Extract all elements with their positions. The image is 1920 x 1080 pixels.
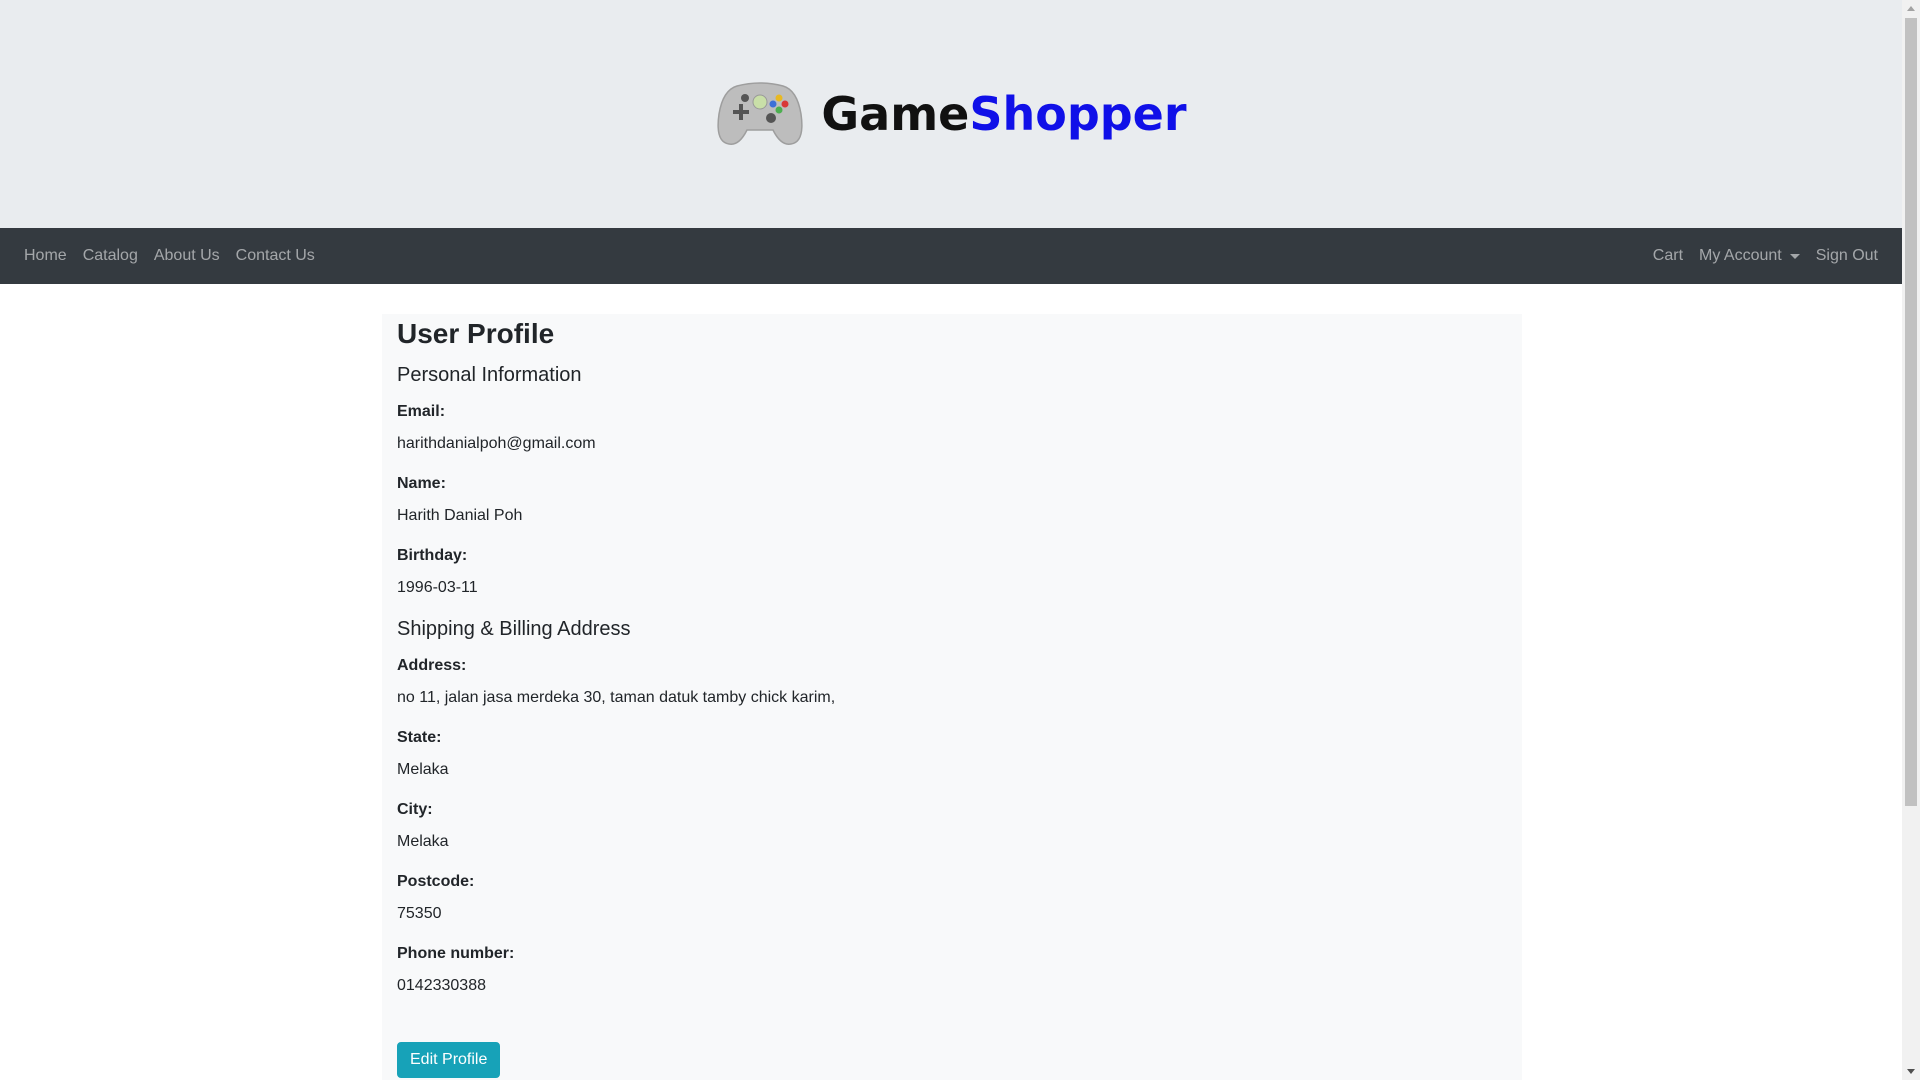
page: GameShopper Home Catalog About Us Contac… xyxy=(0,0,1902,1080)
state-label: State: xyxy=(397,729,442,746)
address-heading: Shipping & Billing Address xyxy=(397,618,631,640)
nav-my-account-label: My Account xyxy=(1699,247,1782,264)
nav-cart[interactable]: Cart xyxy=(1653,247,1683,265)
city-label: City: xyxy=(397,801,433,818)
state-value: Melaka xyxy=(397,761,449,778)
birthday-label: Birthday: xyxy=(397,547,468,564)
site-header: GameShopper xyxy=(0,0,1902,228)
navbar-right: Cart My Account Sign Out xyxy=(1653,247,1878,265)
nav-home[interactable]: Home xyxy=(24,247,67,265)
phone-value: 0142330388 xyxy=(397,977,486,994)
nav-my-account-dropdown[interactable]: My Account xyxy=(1699,247,1800,265)
site-logo[interactable]: GameShopper xyxy=(715,80,1187,148)
address-value: no 11, jalan jasa merdeka 30, taman datu… xyxy=(397,689,836,706)
main-navbar: Home Catalog About Us Contact Us Cart My… xyxy=(0,228,1902,284)
nav-sign-out[interactable]: Sign Out xyxy=(1816,247,1878,265)
name-label: Name: xyxy=(397,475,446,492)
user-profile-card: User Profile Personal Information Email:… xyxy=(382,314,1522,1080)
nav-contact-us[interactable]: Contact Us xyxy=(236,247,315,265)
phone-label: Phone number: xyxy=(397,945,515,962)
name-value: Harith Danial Poh xyxy=(397,507,523,524)
vertical-scrollbar[interactable] xyxy=(1902,0,1920,1080)
email-label: Email: xyxy=(397,403,446,420)
gamepad-icon xyxy=(715,80,805,148)
brand-name-part2: Shopper xyxy=(969,87,1187,141)
postcode-label: Postcode: xyxy=(397,873,475,890)
address-label: Address: xyxy=(397,657,467,674)
birthday-value: 1996-03-11 xyxy=(397,579,478,596)
scrollbar-thumb[interactable] xyxy=(1905,18,1917,806)
edit-profile-button[interactable]: Edit Profile xyxy=(397,1042,501,1078)
nav-about-us[interactable]: About Us xyxy=(154,247,220,265)
brand-name-part1: Game xyxy=(821,87,970,141)
personal-info-heading: Personal Information xyxy=(397,364,582,386)
caret-down-icon xyxy=(1789,253,1800,259)
postcode-value: 75350 xyxy=(397,905,442,922)
brand-name: GameShopper xyxy=(821,87,1186,141)
city-value: Melaka xyxy=(397,833,449,850)
scroll-up-arrow-icon[interactable] xyxy=(1907,6,1915,11)
email-value: harithdanialpoh@gmail.com xyxy=(397,435,596,452)
nav-catalog[interactable]: Catalog xyxy=(83,247,138,265)
page-title: User Profile xyxy=(397,318,555,349)
navbar-left: Home Catalog About Us Contact Us xyxy=(24,247,315,265)
scroll-down-arrow-icon[interactable] xyxy=(1907,1069,1915,1074)
